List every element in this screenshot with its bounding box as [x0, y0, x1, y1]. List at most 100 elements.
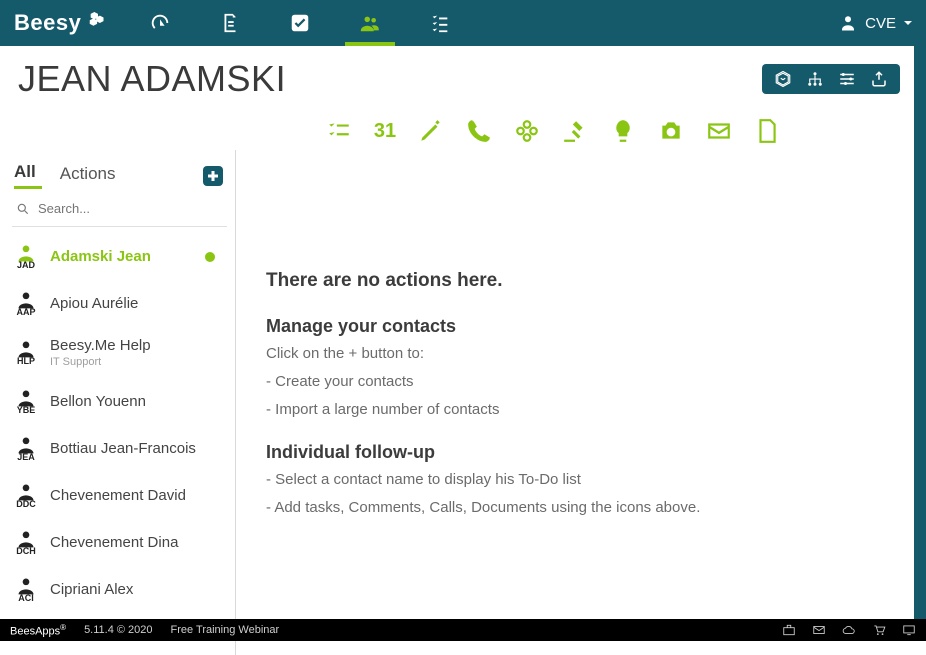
brand-label: Beesy — [14, 10, 81, 36]
action-calendar[interactable]: 31 — [374, 118, 396, 144]
person-icon: DDC — [12, 482, 40, 509]
cart-icon — [872, 623, 886, 637]
calendar-day-number: 31 — [374, 120, 396, 143]
footer: BeesApps® 5.11.4 © 2020 Free Training We… — [0, 619, 926, 641]
envelope-icon — [812, 623, 826, 637]
contact-name: Cipriani Alex — [50, 581, 133, 598]
person-icon: HLP — [12, 339, 40, 366]
tray-cloud[interactable] — [842, 623, 856, 637]
action-link[interactable] — [514, 118, 540, 144]
contact-name: Beesy.Me Help — [50, 337, 151, 354]
contact-item[interactable]: YBEBellon Youenn — [12, 378, 227, 425]
camera-icon — [658, 118, 684, 144]
action-icon-strip: 31 — [0, 118, 926, 144]
contact-name: Chevenement David — [50, 487, 186, 504]
tool-export[interactable] — [870, 70, 888, 88]
page-header: JEAN ADAMSKI — [0, 46, 926, 100]
contact-item[interactable]: DCH Chevenement Dina — [12, 519, 227, 566]
user-label: CVE — [865, 15, 896, 32]
chevron-down-icon — [904, 21, 912, 25]
checkbox-icon — [289, 12, 311, 34]
checklist-small-icon — [326, 118, 352, 144]
document-icon — [219, 12, 241, 34]
action-edit[interactable] — [418, 118, 444, 144]
contact-item[interactable]: JAD Adamski Jean — [12, 233, 227, 280]
user-menu[interactable]: CVE — [839, 14, 912, 32]
action-checklist[interactable] — [326, 118, 352, 144]
person-icon: DCH — [12, 529, 40, 556]
footer-logo[interactable]: BeesApps® — [10, 623, 66, 638]
action-call[interactable] — [466, 118, 492, 144]
contact-subtitle: IT Support — [50, 356, 151, 368]
page-title: JEAN ADAMSKI — [18, 58, 286, 100]
contact-name: Bellon Youenn — [50, 393, 146, 410]
top-nav — [145, 0, 455, 46]
search-row — [12, 193, 227, 227]
tray-cart[interactable] — [872, 623, 886, 637]
gavel-icon — [562, 118, 588, 144]
tab-all[interactable]: All — [14, 162, 42, 189]
topbar: Beesy CVE — [0, 0, 926, 46]
sliders-icon — [838, 70, 856, 88]
phone-icon — [466, 118, 492, 144]
empty-state-heading: There are no actions here. — [266, 270, 876, 292]
search-input[interactable] — [38, 201, 223, 216]
contact-item[interactable]: DDC Chevenement David — [12, 472, 227, 519]
help-section-manage: Manage your contacts Click on the + butt… — [266, 316, 876, 420]
action-decision[interactable] — [562, 118, 588, 144]
contact-item[interactable]: JEABottiau Jean-Francois — [12, 425, 227, 472]
nav-dashboard[interactable] — [145, 0, 175, 46]
add-button[interactable] — [201, 164, 225, 188]
contact-name: Chevenement Dina — [50, 534, 178, 551]
hierarchy-icon — [806, 70, 824, 88]
search-icon — [16, 202, 30, 216]
link-chain-icon — [514, 118, 540, 144]
contact-item[interactable]: HLP Beesy.Me Help IT Support — [12, 327, 227, 378]
nav-lists[interactable] — [425, 0, 455, 46]
nav-contacts[interactable] — [355, 0, 385, 46]
tool-hierarchy[interactable] — [806, 70, 824, 88]
tool-box[interactable] — [774, 70, 792, 88]
plus-square-icon — [201, 164, 225, 188]
action-idea[interactable] — [610, 118, 636, 144]
contact-item[interactable]: AAPApiou Aurélie — [12, 280, 227, 327]
action-document[interactable] — [754, 118, 780, 144]
help-text-line: - Import a large number of contacts — [266, 399, 876, 421]
cube-icon — [774, 70, 792, 88]
gauge-icon — [149, 12, 171, 34]
help-section-followup: Individual follow-up - Select a contact … — [266, 442, 876, 519]
tool-sliders[interactable] — [838, 70, 856, 88]
tray-mail[interactable] — [812, 623, 826, 637]
sidebar: All Actions JAD Adamski Jean AAPApiou Auré… — [0, 150, 236, 655]
view-tools — [762, 64, 900, 94]
contact-name: Adamski Jean — [50, 248, 151, 265]
tab-actions[interactable]: Actions — [60, 164, 122, 188]
tray-screen[interactable] — [902, 623, 916, 637]
brand-logo[interactable]: Beesy — [14, 10, 109, 36]
footer-tray — [782, 623, 916, 637]
footer-version: 5.11.4 © 2020 — [84, 624, 152, 636]
nav-notes[interactable] — [215, 0, 245, 46]
checklist-icon — [429, 12, 451, 34]
tray-briefcase[interactable] — [782, 623, 796, 637]
contact-name: Bottiau Jean-Francois — [50, 440, 196, 457]
content-area: There are no actions here. Manage your c… — [236, 150, 926, 655]
footer-webinar-link[interactable]: Free Training Webinar — [171, 624, 280, 636]
right-gutter — [914, 46, 926, 619]
section2-title: Individual follow-up — [266, 442, 876, 463]
help-text-line: Click on the + button to: — [266, 343, 876, 365]
user-icon — [839, 14, 857, 32]
contact-list: JAD Adamski Jean AAPApiou Aurélie HLP Beesy.… — [12, 233, 227, 613]
mail-icon — [706, 118, 732, 144]
action-photo[interactable] — [658, 118, 684, 144]
brand-hex-icon — [87, 12, 109, 34]
contact-item[interactable]: ACICipriani Alex — [12, 566, 227, 613]
person-icon: JAD — [12, 243, 40, 270]
nav-tasks[interactable] — [285, 0, 315, 46]
section1-title: Manage your contacts — [266, 316, 876, 337]
help-text-line: - Create your contacts — [266, 371, 876, 393]
help-text-line: - Select a contact name to display his T… — [266, 469, 876, 491]
contact-name: Apiou Aurélie — [50, 295, 138, 312]
action-mail[interactable] — [706, 118, 732, 144]
export-icon — [870, 70, 888, 88]
